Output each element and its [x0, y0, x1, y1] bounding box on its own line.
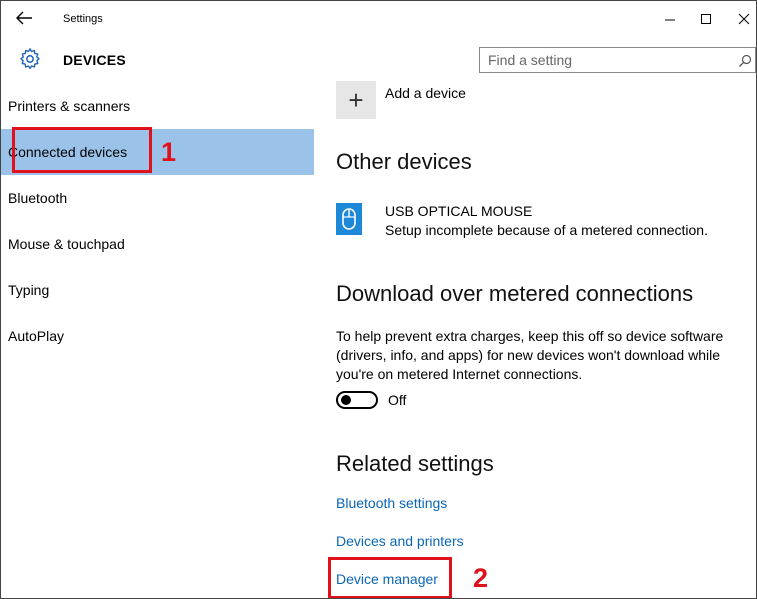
- sidebar-item-bluetooth[interactable]: Bluetooth: [1, 175, 314, 221]
- maximize-button[interactable]: [695, 9, 717, 29]
- toggle-knob: [341, 395, 351, 405]
- add-device-button[interactable]: +: [336, 81, 376, 119]
- close-button[interactable]: [733, 9, 755, 29]
- sidebar-item-label: Printers & scanners: [8, 98, 131, 114]
- plus-icon: +: [348, 84, 364, 115]
- sidebar-item-label: Mouse & touchpad: [8, 236, 125, 252]
- toggle-state-label: Off: [388, 392, 407, 408]
- other-devices-heading: Other devices: [336, 149, 472, 174]
- annotation-highlight-box-2: [328, 557, 452, 598]
- device-name[interactable]: USB OPTICAL MOUSE: [385, 203, 532, 219]
- sidebar-item-mouse-touchpad[interactable]: Mouse & touchpad: [1, 221, 314, 267]
- related-settings-heading: Related settings: [336, 451, 494, 476]
- search-box[interactable]: [479, 47, 756, 73]
- mouse-icon[interactable]: [336, 203, 362, 235]
- sidebar-item-label: AutoPlay: [8, 328, 65, 344]
- metered-description: To help prevent extra charges, keep this…: [336, 328, 724, 382]
- device-status: Setup incomplete because of a metered co…: [385, 222, 708, 238]
- sidebar-item-label: Typing: [8, 282, 50, 298]
- sidebar-item-autoplay[interactable]: AutoPlay: [1, 313, 314, 359]
- search-input[interactable]: [488, 52, 718, 68]
- minimize-button[interactable]: [659, 9, 681, 29]
- page-title: DEVICES: [63, 52, 126, 68]
- annotation-marker-1: 1: [161, 137, 177, 167]
- back-arrow-icon[interactable]: [15, 10, 33, 26]
- metered-connections-heading: Download over metered connections: [336, 281, 694, 306]
- page-header: DEVICES: [1, 37, 756, 81]
- add-device-label[interactable]: Add a device: [385, 85, 466, 101]
- main-content: + Add a device Other devices USB OPTICAL…: [314, 81, 756, 598]
- sidebar-item-printers-scanners[interactable]: Printers & scanners: [1, 83, 314, 129]
- annotation-marker-2: 2: [473, 563, 489, 593]
- window-title: Settings: [63, 13, 103, 25]
- sidebar-item-typing[interactable]: Typing: [1, 267, 314, 313]
- metered-download-toggle[interactable]: [336, 391, 378, 409]
- sidebar-item-label: Bluetooth: [8, 190, 68, 206]
- gear-icon: [19, 48, 41, 70]
- search-icon[interactable]: [738, 54, 752, 68]
- title-bar: Settings: [1, 1, 756, 37]
- annotation-highlight-box-1: [12, 127, 152, 173]
- devices-and-printers-link[interactable]: Devices and printers: [336, 533, 464, 549]
- bluetooth-settings-link[interactable]: Bluetooth settings: [336, 495, 447, 511]
- settings-window: Settings DEVICES Find a setting Printers…: [0, 0, 757, 599]
